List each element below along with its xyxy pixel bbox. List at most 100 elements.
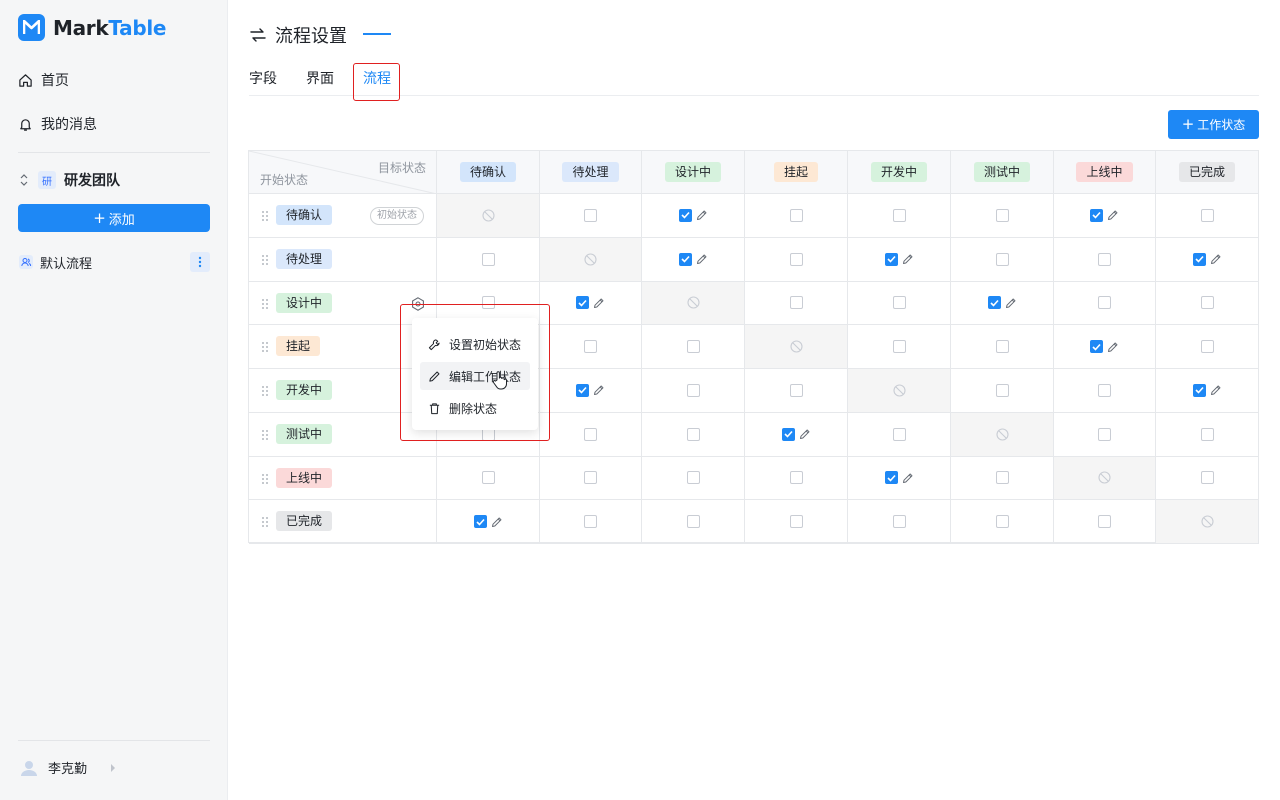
checkbox[interactable] [1200, 340, 1214, 354]
transition-cell[interactable] [951, 456, 1054, 501]
transition-cell[interactable] [642, 369, 745, 413]
row-header[interactable]: 待处理 [249, 237, 437, 282]
checkbox[interactable] [789, 296, 803, 310]
checkbox[interactable] [892, 515, 906, 529]
checkbox[interactable] [995, 340, 1009, 354]
tab-fields[interactable]: 字段 [249, 68, 277, 88]
checkbox[interactable] [1200, 296, 1214, 310]
checkbox-checked[interactable] [884, 252, 898, 266]
checkbox[interactable] [481, 252, 495, 266]
checkbox-checked[interactable] [678, 252, 692, 266]
checkbox[interactable] [1200, 208, 1214, 222]
transition-cell[interactable] [540, 194, 642, 238]
transition-cell[interactable] [540, 281, 642, 326]
row-header[interactable]: 已完成 [249, 500, 437, 544]
checkbox[interactable] [995, 252, 1009, 266]
edit-pencil-icon[interactable] [1005, 297, 1017, 309]
checkbox-checked[interactable] [1090, 340, 1103, 354]
user-menu[interactable]: 李克勤 [20, 758, 117, 777]
transition-cell[interactable] [642, 412, 745, 457]
checkbox[interactable] [584, 515, 597, 529]
checkbox-checked[interactable] [1090, 208, 1103, 222]
row-header[interactable]: 上线中 [249, 456, 437, 501]
transition-cell[interactable] [951, 369, 1054, 413]
checkbox[interactable] [686, 383, 700, 397]
checkbox[interactable] [584, 471, 597, 485]
transition-cell[interactable] [1054, 281, 1156, 326]
checkbox-checked[interactable] [1192, 252, 1206, 266]
checkbox-checked[interactable] [884, 471, 898, 485]
edit-pencil-icon[interactable] [902, 253, 914, 265]
transition-cell[interactable] [848, 325, 951, 369]
transition-cell[interactable] [642, 194, 745, 238]
edit-pencil-icon[interactable] [902, 472, 914, 484]
transition-cell[interactable] [1156, 369, 1259, 413]
drag-handle-icon[interactable] [261, 385, 269, 397]
checkbox[interactable] [1200, 427, 1214, 441]
checkbox-checked[interactable] [473, 515, 487, 529]
checkbox[interactable] [892, 340, 906, 354]
drag-handle-icon[interactable] [261, 210, 269, 222]
transition-cell[interactable] [745, 456, 848, 501]
edit-pencil-icon[interactable] [799, 428, 811, 440]
transition-cell[interactable] [745, 237, 848, 282]
drag-handle-icon[interactable] [261, 298, 269, 310]
transition-cell[interactable] [1054, 369, 1156, 413]
transition-cell[interactable] [437, 456, 540, 501]
edit-pencil-icon[interactable] [1107, 209, 1119, 221]
transition-cell[interactable] [951, 194, 1054, 238]
nav-item-messages[interactable]: 我的消息 [18, 114, 97, 134]
checkbox-checked[interactable] [1192, 383, 1206, 397]
team-switcher[interactable]: 研 研发团队 [18, 170, 120, 190]
transition-cell[interactable] [848, 500, 951, 544]
add-work-state-button[interactable]: + 工作状态 [1168, 110, 1259, 139]
transition-cell[interactable] [745, 500, 848, 544]
edit-pencil-icon[interactable] [1210, 384, 1222, 396]
transition-cell[interactable] [848, 456, 951, 501]
checkbox[interactable] [995, 383, 1009, 397]
checkbox[interactable] [481, 471, 495, 485]
edit-pencil-icon[interactable] [593, 384, 605, 396]
transition-cell[interactable] [540, 369, 642, 413]
transition-cell[interactable] [642, 237, 745, 282]
checkbox[interactable] [995, 208, 1009, 222]
add-flow-button[interactable]: + 添加 [18, 204, 210, 232]
tab-interface[interactable]: 界面 [306, 68, 334, 88]
transition-cell[interactable] [437, 500, 540, 544]
transition-cell[interactable] [1156, 456, 1259, 501]
checkbox[interactable] [995, 515, 1009, 529]
transition-cell[interactable] [642, 500, 745, 544]
transition-cell[interactable] [1054, 500, 1156, 544]
checkbox[interactable] [995, 471, 1009, 485]
checkbox-checked[interactable] [678, 208, 692, 222]
checkbox[interactable] [1098, 252, 1111, 266]
transition-cell[interactable] [540, 456, 642, 501]
transition-cell[interactable] [1054, 237, 1156, 282]
checkbox[interactable] [1200, 471, 1214, 485]
checkbox[interactable] [686, 340, 700, 354]
checkbox[interactable] [789, 471, 803, 485]
transition-cell[interactable] [1156, 325, 1259, 369]
transition-cell[interactable] [951, 325, 1054, 369]
nav-item-home[interactable]: 首页 [18, 70, 69, 90]
checkbox[interactable] [789, 208, 803, 222]
checkbox-checked[interactable] [987, 296, 1001, 310]
drag-handle-icon[interactable] [261, 473, 269, 485]
transition-cell[interactable] [745, 281, 848, 326]
flow-item-default[interactable]: 默认流程 [18, 250, 210, 274]
drag-handle-icon[interactable] [261, 516, 269, 528]
checkbox[interactable] [584, 427, 597, 441]
transition-cell[interactable] [848, 194, 951, 238]
edit-pencil-icon[interactable] [1210, 253, 1222, 265]
transition-cell[interactable] [848, 237, 951, 282]
checkbox[interactable] [584, 340, 597, 354]
transition-cell[interactable] [642, 456, 745, 501]
drag-handle-icon[interactable] [261, 341, 269, 353]
drag-handle-icon[interactable] [261, 429, 269, 441]
more-vertical-icon[interactable] [190, 252, 210, 272]
transition-cell[interactable] [1054, 194, 1156, 238]
transition-cell[interactable] [1156, 194, 1259, 238]
edit-pencil-icon[interactable] [696, 253, 708, 265]
checkbox[interactable] [1098, 296, 1111, 310]
edit-pencil-icon[interactable] [491, 516, 503, 528]
